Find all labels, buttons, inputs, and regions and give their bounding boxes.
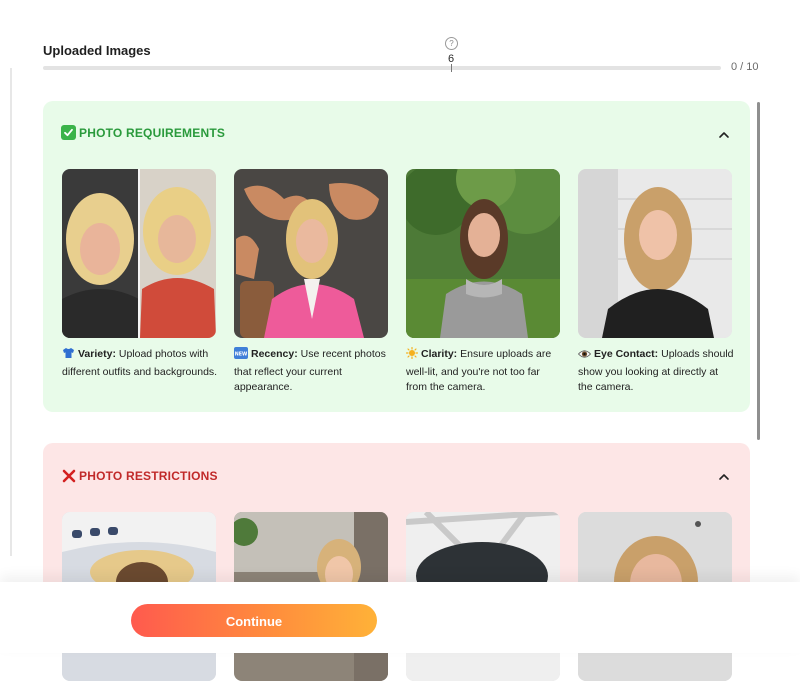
restrictions-header: PHOTO RESTRICTIONS [61,468,218,483]
requirements-title: PHOTO REQUIREMENTS [79,125,226,140]
upload-progress-bar [43,64,721,72]
restrictions-title: PHOTO RESTRICTIONS [79,468,218,483]
tshirt-icon [62,347,75,365]
eye-contact-title: Eye Contact: [594,348,659,360]
progress-marker [451,64,452,72]
chevron-up-icon[interactable] [718,129,730,141]
left-divider [10,68,12,556]
clarity-example-photo [406,169,560,338]
variety-caption: Variety: Upload photos with different ou… [62,347,218,380]
help-icon[interactable]: ? [445,37,458,50]
new-badge-icon: NEW [234,347,248,365]
cross-mark-icon [61,468,76,483]
scrollbar-thumb[interactable] [757,102,760,440]
clarity-caption: Clarity: Ensure uploads are well-lit, an… [405,346,562,396]
recency-caption: NEW Recency: Use recent photos that refl… [234,347,390,396]
upload-count: 0 / 10 [731,61,759,73]
svg-text:NEW: NEW [235,351,248,357]
recency-example-photo [234,169,388,338]
check-mark-icon [61,125,76,140]
clarity-title: Clarity: [421,348,458,360]
variety-example-photo [62,169,216,338]
chevron-up-icon[interactable] [718,471,730,483]
continue-button[interactable]: Continue [131,604,377,637]
eye-contact-caption: Eye Contact: Uploads should show you loo… [577,347,734,396]
requirements-header: PHOTO REQUIREMENTS [61,125,225,140]
eye-contact-example-photo [578,169,732,338]
sun-icon [405,346,419,365]
recency-title: Recency: [251,348,298,360]
eye-icon [577,349,592,365]
footer-bar [0,582,800,653]
variety-title: Variety: [78,348,116,360]
uploaded-images-title: Uploaded Images [43,43,151,58]
photo-requirements-panel: PHOTO REQUIREMENTS Variety: Upload photo… [43,101,750,412]
